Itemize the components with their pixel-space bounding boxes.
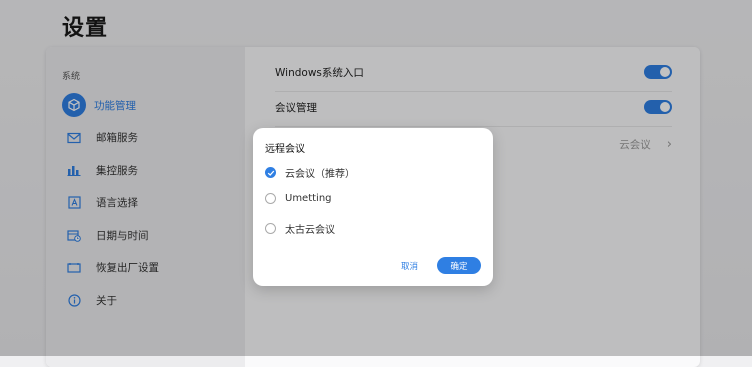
option-cloud-meeting[interactable]: 云会议（推荐）	[265, 165, 355, 180]
option-label: Umetting	[285, 193, 332, 204]
cancel-button[interactable]: 取消	[401, 260, 418, 272]
option-label: 云会议（推荐）	[285, 169, 355, 180]
remote-meeting-dialog: 远程会议 云会议（推荐） Umetting 太古云会议 取消 确定	[253, 128, 493, 286]
option-label: 太古云会议	[285, 225, 335, 236]
ok-button[interactable]: 确定	[437, 257, 481, 274]
radio-unchecked-icon[interactable]	[265, 193, 276, 204]
radio-unchecked-icon[interactable]	[265, 223, 276, 234]
option-taigu-cloud-meeting[interactable]: 太古云会议	[265, 221, 335, 236]
radio-checked-icon[interactable]	[265, 167, 276, 178]
dialog-title: 远程会议	[265, 144, 305, 155]
option-umetting[interactable]: Umetting	[265, 193, 332, 204]
